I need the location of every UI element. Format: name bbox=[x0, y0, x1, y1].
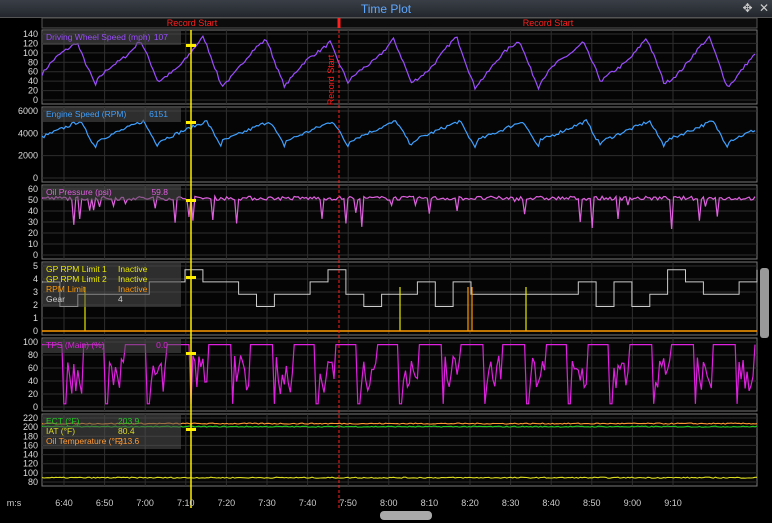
x-tick-label: 7:50 bbox=[339, 498, 357, 508]
y-tick-label: 0 bbox=[33, 402, 38, 412]
y-tick-label: 80 bbox=[28, 350, 38, 360]
channel-label: GP RPM Limit 2 bbox=[46, 274, 107, 284]
x-tick-label: 9:10 bbox=[664, 498, 682, 508]
x-tick-label: 7:20 bbox=[218, 498, 236, 508]
panel-engine-speed: 6000 4000 2000 0 Engine Speed (RPM) 6151 bbox=[18, 106, 758, 183]
window-title: Time Plot bbox=[360, 2, 412, 16]
marker-vertical-label: Record Start bbox=[326, 54, 336, 105]
channel-value: Inactive bbox=[118, 284, 148, 294]
channel-value: 6151 bbox=[149, 109, 168, 119]
y-tick-label: 0 bbox=[33, 250, 38, 260]
x-tick-label: 9:00 bbox=[624, 498, 642, 508]
vertical-scroll-thumb[interactable] bbox=[760, 268, 769, 338]
x-tick-label: 8:20 bbox=[461, 498, 479, 508]
channel-value: 80.4 bbox=[118, 426, 135, 436]
horizontal-scroll-thumb[interactable] bbox=[380, 511, 432, 520]
x-tick-label: 6:40 bbox=[55, 498, 73, 508]
x-tick-label: 8:40 bbox=[542, 498, 560, 508]
channel-value: 203.9 bbox=[118, 416, 140, 426]
window-controls: ✥ ✕ bbox=[740, 1, 769, 15]
channel-label: IAT (°F) bbox=[46, 426, 75, 436]
panel-tps-main: 100 80 60 40 20 0 TPS (Main) (%) 0.0 bbox=[23, 337, 758, 412]
x-axis-unit: m:s bbox=[7, 498, 22, 508]
channel-value: 0.0 bbox=[156, 340, 168, 350]
y-tick-label: 0 bbox=[33, 173, 38, 183]
y-tick-label: 80 bbox=[28, 477, 38, 487]
channel-value: Inactive bbox=[118, 264, 148, 274]
y-tick-label: 30 bbox=[28, 217, 38, 227]
y-tick-label: 10 bbox=[28, 239, 38, 249]
y-tick-label: 4000 bbox=[18, 128, 38, 138]
y-tick-label: 20 bbox=[28, 228, 38, 238]
x-tick-label: 8:10 bbox=[421, 498, 439, 508]
channel-value: 59.8 bbox=[151, 187, 168, 197]
y-tick-label: 1 bbox=[33, 313, 38, 323]
channel-value: 107 bbox=[154, 32, 168, 42]
channel-label: RPM Limit bbox=[46, 284, 86, 294]
panel-oil-pressure: 6050403020100 Oil Pressure (psi) 59.8 bbox=[28, 184, 758, 260]
channel-label: Oil Temperature (°F) bbox=[46, 436, 123, 446]
marker-label-1: Record Start bbox=[523, 18, 574, 28]
x-tick-label: 6:50 bbox=[96, 498, 114, 508]
channel-label: Gear bbox=[46, 294, 65, 304]
channel-label: Driving Wheel Speed (mph) bbox=[46, 32, 151, 42]
y-tick-label: 40 bbox=[28, 376, 38, 386]
move-icon[interactable]: ✥ bbox=[743, 1, 753, 15]
window-titlebar: Time Plot ✥ ✕ bbox=[0, 0, 772, 18]
channel-label: Engine Speed (RPM) bbox=[46, 109, 126, 119]
marker-band bbox=[41, 18, 758, 29]
y-tick-label: 60 bbox=[28, 363, 38, 373]
y-tick-label: 60 bbox=[28, 184, 38, 194]
y-tick-label: 3 bbox=[33, 287, 38, 297]
y-tick-label: 100 bbox=[23, 337, 38, 347]
y-tick-label: 0 bbox=[33, 95, 38, 105]
x-axis: m:s 6:40 6:50 7:00 7:10 7:20 7:30 7:40 7:50 8:00 8… bbox=[7, 498, 682, 508]
channel-label: GP RPM Limit 1 bbox=[46, 264, 107, 274]
x-tick-label: 8:30 bbox=[502, 498, 520, 508]
x-tick-label: 7:00 bbox=[136, 498, 154, 508]
y-tick-label: 2 bbox=[33, 300, 38, 310]
close-icon[interactable]: ✕ bbox=[759, 1, 769, 15]
y-tick-label: 2000 bbox=[18, 151, 38, 161]
y-tick-label: 50 bbox=[28, 195, 38, 205]
x-tick-label: 7:10 bbox=[177, 498, 195, 508]
y-tick-label: 5 bbox=[33, 261, 38, 271]
channel-value: Inactive bbox=[118, 274, 148, 284]
y-tick-label: 4 bbox=[33, 274, 38, 284]
y-tick-label: 20 bbox=[28, 389, 38, 399]
x-tick-label: 8:00 bbox=[380, 498, 398, 508]
channel-label: ECT (°F) bbox=[46, 416, 80, 426]
marker-label-0: Record Start bbox=[167, 18, 218, 28]
x-tick-label: 8:50 bbox=[583, 498, 601, 508]
panel-rpm-limits-gear: 5 4 3 2 1 0 GP RPM Limit 1 Inactive GP RPM Limit… bbox=[33, 261, 758, 336]
y-tick-label: 40 bbox=[28, 206, 38, 216]
channel-value: 213.6 bbox=[118, 436, 140, 446]
x-tick-label: 7:40 bbox=[299, 498, 317, 508]
x-tick-label: 7:30 bbox=[258, 498, 276, 508]
channel-value: 4 bbox=[118, 294, 123, 304]
panel-temperatures: 22020018016014012010080ECT (°F) 203.9IAT … bbox=[23, 413, 758, 487]
y-tick-label: 0 bbox=[33, 326, 38, 336]
y-tick-label: 6000 bbox=[18, 106, 38, 116]
panel-driving-wheel-speed: 140120100806040200Driving Wheel Speed (m… bbox=[23, 29, 758, 105]
time-plot-canvas[interactable]: Record Start Record Start1401201008060402… bbox=[0, 18, 772, 523]
channel-label: Oil Pressure (psi) bbox=[46, 187, 112, 197]
trace-temp-2 bbox=[41, 476, 757, 479]
channel-label: TPS (Main) (%) bbox=[46, 340, 105, 350]
